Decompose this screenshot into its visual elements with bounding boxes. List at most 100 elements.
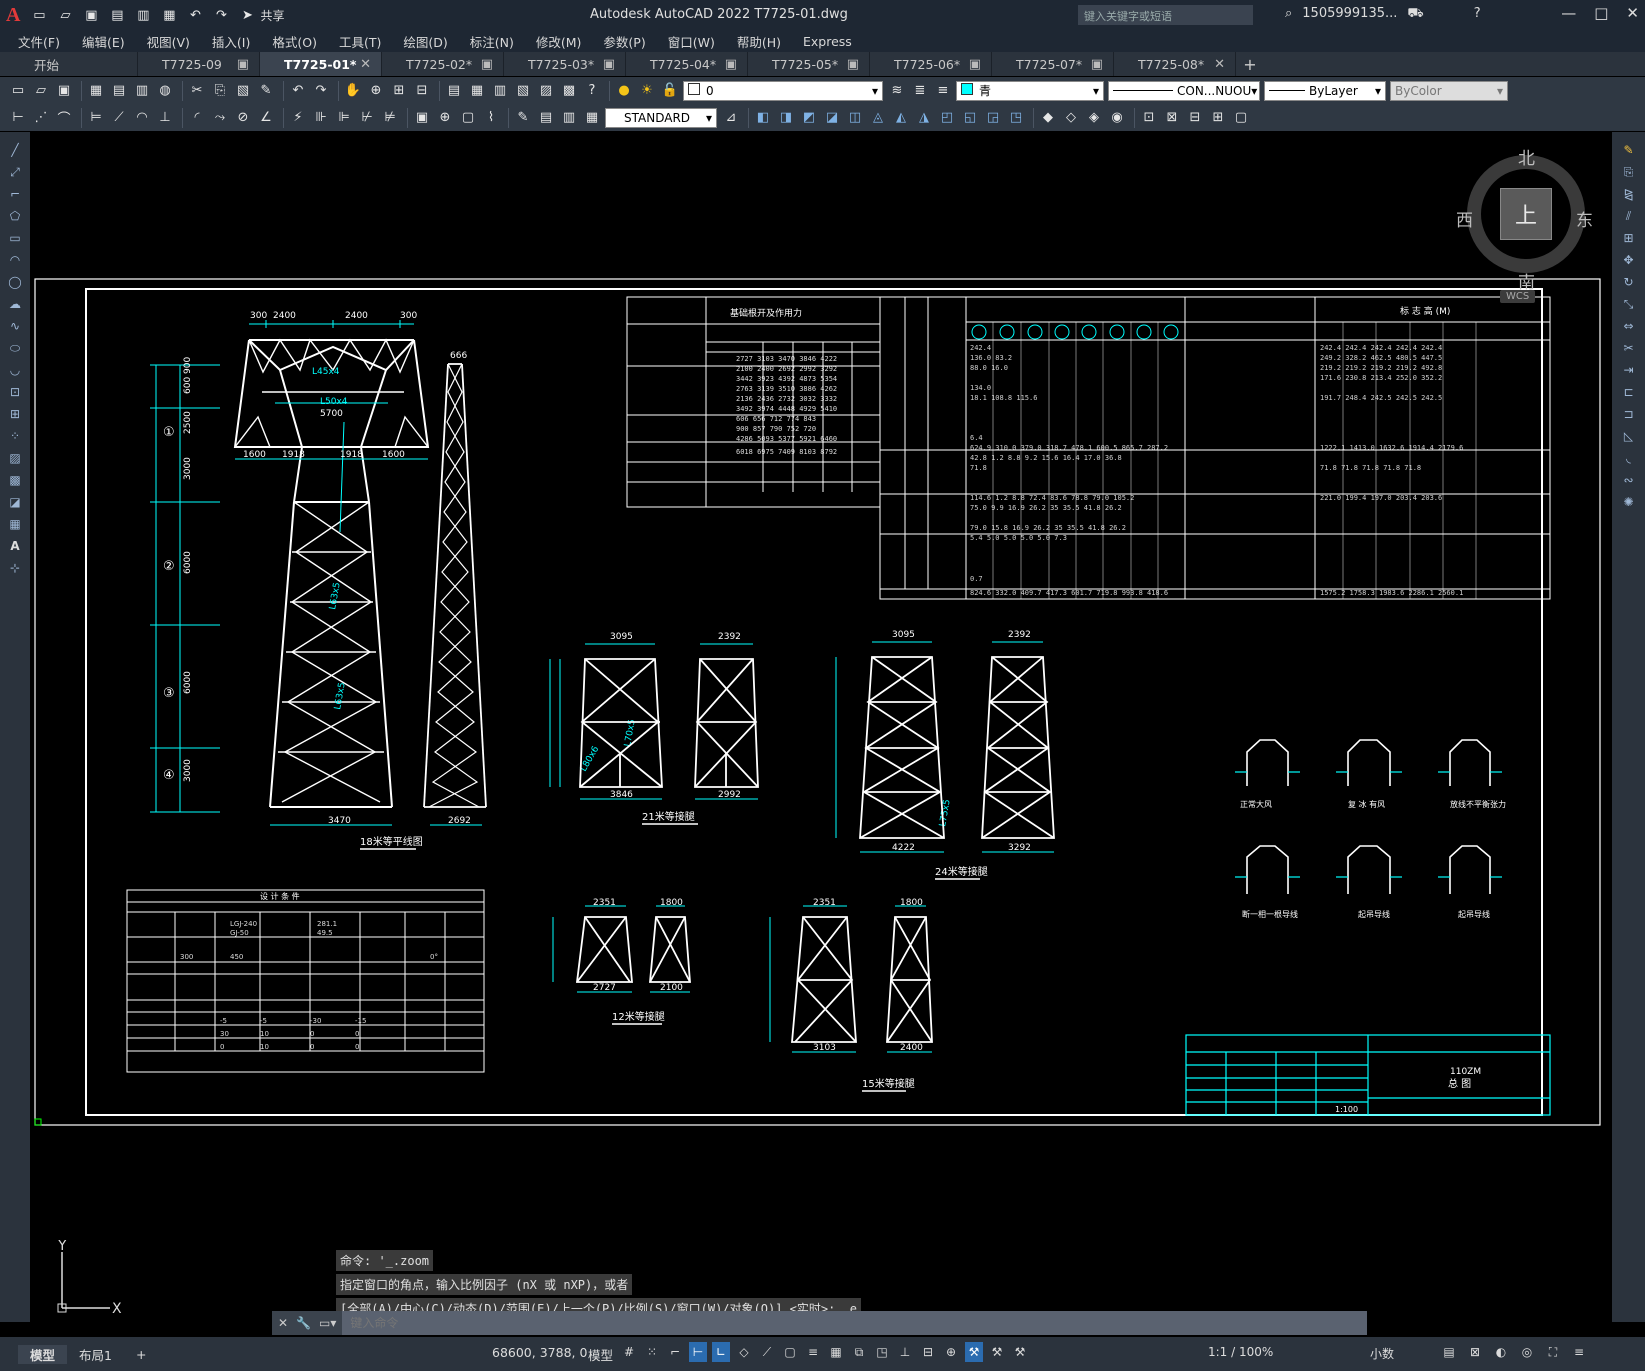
cart-icon[interactable]: ⛟ (1407, 6, 1423, 23)
zoom-window-icon[interactable]: ⊞ (389, 81, 409, 101)
aligned-dim-icon[interactable]: ⋰ (31, 108, 51, 128)
save-as-icon[interactable]: ▤ (107, 6, 127, 24)
tab-close-icon[interactable]: ▣ (1091, 57, 1103, 72)
copy-icon[interactable]: ⎘ (1618, 162, 1640, 182)
menu-insert[interactable]: 插入(I) (212, 32, 250, 51)
inspect-icon[interactable]: ▢ (458, 108, 478, 128)
search-input[interactable]: 键入关键字或短语 (1078, 5, 1253, 25)
transparency-icon[interactable]: ▦ (827, 1342, 845, 1362)
3d-osnap-icon[interactable]: ◳ (873, 1342, 891, 1362)
solid-icon-2[interactable]: ◇ (1061, 108, 1081, 128)
customization-icon[interactable]: ≡ (1570, 1342, 1588, 1362)
user-area[interactable]: ⌕ 1505999135... ⛟ ? (1285, 6, 1481, 23)
sheet-set-icon[interactable]: ▧ (513, 81, 533, 101)
menu-window[interactable]: 窗口(W) (668, 32, 715, 51)
hatch-icon[interactable]: ▨ (4, 448, 26, 468)
tab-document[interactable]: T7725-09 ▣ (138, 52, 260, 76)
viewcube-north[interactable]: 北 (1518, 144, 1535, 169)
line-icon[interactable]: ╱ (4, 140, 26, 160)
share-icon[interactable]: ➤ (237, 6, 257, 24)
tab-document-active[interactable]: T7725-01* ✕ (260, 52, 382, 76)
quick-dim-icon[interactable]: ⚡ (288, 108, 308, 128)
menu-help[interactable]: 帮助(H) (737, 32, 781, 51)
add-selected-icon[interactable]: ⊹ (4, 558, 26, 578)
search-icon[interactable]: ⌕ (1285, 6, 1292, 23)
line-dim-icon[interactable]: ⊢ (8, 108, 28, 128)
infer-icon[interactable]: ⌐ (666, 1342, 684, 1362)
save-icon[interactable]: ▣ (81, 6, 101, 24)
modify-icon-8[interactable]: ◮ (914, 108, 934, 128)
jogged-icon[interactable]: ⤳ (210, 108, 230, 128)
tab-close-icon[interactable]: ▣ (969, 57, 981, 72)
stretch-icon[interactable]: ⇔ (1618, 316, 1640, 336)
close-icon[interactable]: ✕ (1626, 4, 1639, 22)
insert-block-icon[interactable]: ⊡ (1139, 108, 1159, 128)
clean-screen-icon[interactable]: ⛶ (1544, 1342, 1562, 1362)
mirror-icon[interactable]: ⧎ (1618, 184, 1640, 204)
modify-icon-12[interactable]: ◳ (1006, 108, 1026, 128)
polar-icon[interactable]: ∟ (712, 1342, 730, 1362)
redo-icon[interactable]: ↷ (211, 6, 231, 24)
menu-file[interactable]: 文件(F) (18, 32, 60, 51)
region-icon[interactable]: ◪ (4, 492, 26, 512)
dim-update-icon[interactable]: ▥ (559, 108, 579, 128)
tool-palette-icon[interactable]: ▥ (490, 81, 510, 101)
selection-cycling-icon[interactable]: ⧉ (850, 1342, 868, 1362)
object-snap-icon[interactable]: ▢ (781, 1342, 799, 1362)
model-space-toggle[interactable]: 模型 (588, 1345, 613, 1364)
properties-icon[interactable]: ▤ (444, 81, 464, 101)
viewcube-top-face[interactable]: 上 (1500, 188, 1552, 240)
plot-icon[interactable]: ▦ (159, 6, 179, 24)
modify-icon-7[interactable]: ◭ (891, 108, 911, 128)
trim-icon[interactable]: ✂ (1618, 338, 1640, 358)
tab-close-icon[interactable]: ✕ (1214, 57, 1225, 72)
pan-icon[interactable]: ✋ (343, 81, 363, 101)
menu-tools[interactable]: 工具(T) (339, 32, 381, 51)
user-name[interactable]: 1505999135... (1302, 6, 1397, 23)
menu-express[interactable]: Express (803, 34, 852, 49)
new-file-icon[interactable]: ▭ (29, 6, 49, 24)
tab-document[interactable]: T7725-07* ▣ (992, 52, 1114, 76)
linetype-combo[interactable]: CON...NUOU ▾ (1108, 80, 1260, 101)
solid-icon-1[interactable]: ◆ (1038, 108, 1058, 128)
lineweight-icon[interactable]: ≡ (804, 1342, 822, 1362)
tab-document[interactable]: T7725-06* ▣ (870, 52, 992, 76)
modify-icon-11[interactable]: ◲ (983, 108, 1003, 128)
isodraft-icon[interactable]: ◇ (735, 1342, 753, 1362)
ellipse-arc-icon[interactable]: ◡ (4, 360, 26, 380)
new-tab-button[interactable]: + (1236, 52, 1264, 76)
modify-icon-4[interactable]: ◪ (822, 108, 842, 128)
annotation-scale-icon[interactable]: ⚒ (1011, 1342, 1029, 1362)
extend-icon[interactable]: ⇥ (1618, 360, 1640, 380)
insert-block-icon[interactable]: ⊡ (4, 382, 26, 402)
modify-icon-10[interactable]: ◱ (960, 108, 980, 128)
redo-icon[interactable]: ↷ (311, 81, 331, 101)
arc-length-icon[interactable]: ◠ (132, 108, 152, 128)
annotation-visibility-icon[interactable]: ⚒ (965, 1342, 983, 1362)
calculator-icon[interactable]: ▩ (559, 81, 579, 101)
viewcube-west[interactable]: 西 (1456, 206, 1473, 231)
angular-icon[interactable]: ∠ (256, 108, 276, 128)
wrench-icon[interactable]: 🔧 (296, 1316, 311, 1330)
modify-icon-9[interactable]: ◰ (937, 108, 957, 128)
auto-scale-icon[interactable]: ⚒ (988, 1342, 1006, 1362)
jog-line-icon[interactable]: ⌇ (481, 108, 501, 128)
modify-icon-5[interactable]: ◫ (845, 108, 865, 128)
tab-close-icon[interactable]: ▣ (603, 57, 615, 72)
menu-modify[interactable]: 修改(M) (536, 32, 582, 51)
tab-document[interactable]: T7725-08* ✕ (1114, 52, 1236, 76)
dynamic-ucs-icon[interactable]: ⊥ (896, 1342, 914, 1362)
tab-close-icon[interactable]: ▣ (847, 57, 859, 72)
clip-icon[interactable]: ⊞ (1208, 108, 1228, 128)
tab-start[interactable]: 开始 (0, 52, 138, 76)
dim-style-combo[interactable]: STANDARD ▾ (605, 107, 717, 128)
tab-close-icon[interactable]: ✕ (360, 57, 371, 72)
layer-on-icon[interactable]: ● (614, 81, 634, 101)
fillet-icon[interactable]: ◟ (1618, 448, 1640, 468)
linear-dim-icon[interactable]: ⊨ (86, 108, 106, 128)
menu-draw[interactable]: 绘图(D) (403, 32, 447, 51)
modify-icon-1[interactable]: ◧ (753, 108, 773, 128)
ortho-icon[interactable]: ⊢ (689, 1342, 707, 1362)
make-current-icon[interactable]: ≣ (910, 81, 930, 101)
object-snap-tracking-icon[interactable]: ⟋ (758, 1342, 776, 1362)
